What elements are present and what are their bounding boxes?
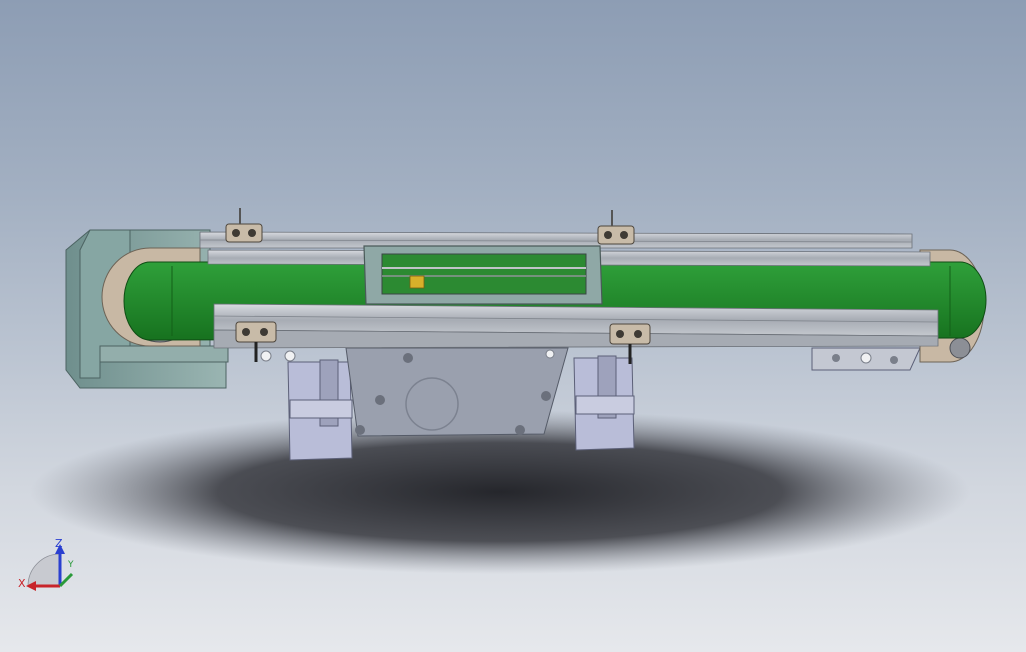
drive-motor-plate[interactable] <box>345 347 569 437</box>
x-axis-label: X <box>18 577 26 590</box>
conveyor-assembly-model[interactable] <box>0 0 1026 652</box>
y-axis-label: Y <box>68 560 74 570</box>
triad-base-quadrant-icon <box>27 553 61 587</box>
y-axis-arrow-icon <box>58 572 74 588</box>
back-right-clamp[interactable] <box>597 210 635 245</box>
back-left-clamp[interactable] <box>225 208 263 243</box>
right-mount-bracket[interactable] <box>811 347 921 371</box>
z-axis-label: Z <box>55 537 63 550</box>
left-mount-block[interactable] <box>287 359 353 461</box>
right-mount-block[interactable] <box>573 355 635 451</box>
cad-graphics-viewport[interactable]: Z X Y <box>0 0 1026 652</box>
center-inspection-window[interactable] <box>363 245 603 305</box>
